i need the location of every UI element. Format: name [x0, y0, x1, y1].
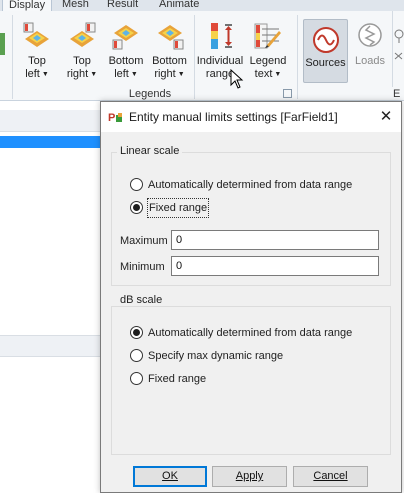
db-fixed-range-label: Fixed range — [148, 373, 207, 385]
dropdown-arrow-icon: ▼ — [130, 71, 138, 78]
radio-button-icon — [130, 178, 143, 191]
legend-bottom-left-label-2: left — [114, 68, 129, 80]
ribbon: Top left ▼ Top right ▼ Bottom left ▼ Bot… — [0, 11, 404, 101]
radio-button-icon — [130, 372, 143, 385]
close-icon: ✕ — [379, 108, 393, 125]
dialog-launcher-icon[interactable] — [283, 89, 292, 98]
tab-animate[interactable]: Animate — [159, 0, 199, 11]
legend-top-left-label-1: Top — [28, 55, 46, 67]
loads-button[interactable]: Loads — [350, 11, 390, 87]
legend-bottom-left-icon — [112, 25, 138, 50]
sources-icon — [312, 27, 339, 53]
maximum-input[interactable] — [171, 230, 379, 250]
db-fixed-range-radio[interactable]: Fixed range — [130, 370, 250, 388]
apply-button[interactable]: Apply — [212, 466, 287, 487]
linear-fixed-label: Fixed range — [146, 198, 210, 218]
db-auto-label: Automatically determined from data range — [148, 327, 353, 339]
legend-bottom-right-button[interactable]: Bottom right ▼ — [148, 11, 191, 87]
loads-icon — [358, 23, 382, 47]
panel-header — [0, 110, 100, 132]
legend-top-left-button[interactable]: Top left ▼ — [15, 11, 59, 87]
dialog-titlebar[interactable]: P Entity manual limits settings [FarFiel… — [101, 102, 401, 132]
radio-button-checked-icon — [130, 326, 143, 339]
mouse-cursor-icon — [230, 69, 244, 89]
ribbon-tab-strip: Display Mesh Result Animate — [0, 0, 404, 11]
close-button[interactable]: ✕ — [371, 102, 401, 132]
dropdown-arrow-icon: ▼ — [177, 71, 185, 78]
legend-top-right-icon — [70, 22, 96, 47]
partial-icon — [0, 33, 5, 55]
cancel-button-label: Cancel — [313, 470, 348, 482]
db-scale-group-title: dB scale — [117, 294, 166, 306]
tab-result[interactable]: Result — [107, 0, 138, 11]
minimum-label: Minimum — [120, 261, 165, 273]
legend-text-label-1: Legend — [249, 55, 287, 67]
linear-auto-radio[interactable]: Automatically determined from data range — [130, 176, 380, 194]
sources-button[interactable]: Sources — [303, 19, 348, 83]
panel-header — [0, 335, 100, 357]
legend-top-right-label-2: right — [66, 68, 89, 80]
legend-text-button[interactable]: Legend text ▼ — [246, 11, 290, 87]
legend-text-icon — [254, 23, 281, 49]
legend-top-left-label-2: left — [25, 68, 40, 80]
dropdown-arrow-icon: ▼ — [41, 71, 49, 78]
db-max-dynamic-range-label: Specify max dynamic range — [148, 350, 284, 362]
legends-group-label: Legends — [128, 88, 172, 100]
radio-button-checked-icon — [130, 201, 143, 214]
entity-manual-limits-dialog: P Entity manual limits settings [FarFiel… — [100, 101, 402, 493]
individual-range-label-1: Individual — [196, 55, 244, 67]
loads-label: Loads — [355, 55, 385, 67]
apply-button-label: Apply — [235, 470, 264, 482]
legend-top-right-button[interactable]: Top right ▼ — [60, 11, 104, 87]
tab-mesh[interactable]: Mesh — [62, 0, 89, 11]
db-max-dynamic-range-radio[interactable]: Specify max dynamic range — [130, 347, 330, 365]
maximum-label: Maximum — [120, 235, 168, 247]
project-tree-panel — [0, 101, 100, 493]
linear-auto-label: Automatically determined from data range — [148, 179, 353, 191]
app-logo-icon: P — [108, 112, 122, 124]
dialog-title: Entity manual limits settings [FarField1… — [129, 110, 338, 124]
tab-display[interactable]: Display — [2, 0, 53, 11]
legend-text-label-2: text — [254, 68, 273, 80]
legend-bottom-right-label-2: right — [154, 68, 176, 80]
radio-button-icon — [130, 349, 143, 362]
legend-top-left-icon — [23, 22, 49, 47]
linear-scale-group-title: Linear scale — [117, 145, 183, 157]
group-separator — [12, 15, 13, 99]
cut-off-icon — [394, 52, 403, 60]
legend-bottom-left-button[interactable]: Bottom left ▼ — [105, 11, 147, 87]
individual-range-icon — [211, 23, 232, 49]
db-auto-radio[interactable]: Automatically determined from data range — [130, 324, 380, 342]
ok-button[interactable]: OK — [133, 466, 207, 487]
group-separator — [297, 15, 298, 99]
cut-off-icon — [394, 29, 404, 43]
svg-text:P: P — [108, 112, 115, 124]
legend-bottom-left-label-1: Bottom — [108, 55, 144, 67]
dropdown-arrow-icon: ▼ — [274, 71, 282, 78]
selected-tree-row[interactable] — [0, 136, 100, 148]
sources-label: Sources — [305, 57, 346, 69]
ribbon-overflow-edge — [392, 11, 404, 87]
cut-off-group-label: E — [393, 88, 401, 100]
legend-bottom-right-label-1: Bottom — [152, 55, 187, 67]
linear-fixed-radio[interactable]: Fixed range — [130, 198, 250, 218]
legend-bottom-right-icon — [157, 25, 183, 50]
dropdown-arrow-icon: ▼ — [90, 71, 98, 78]
legend-top-right-label-1: Top — [73, 55, 91, 67]
cancel-button[interactable]: Cancel — [293, 466, 368, 487]
ok-button-label: OK — [162, 470, 178, 482]
minimum-input[interactable] — [171, 256, 379, 276]
